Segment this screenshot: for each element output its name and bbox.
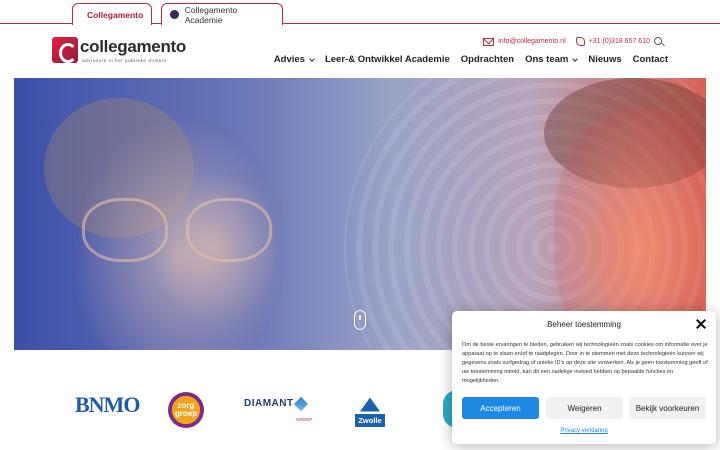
nav-item-contact[interactable]: Contact <box>633 54 668 65</box>
decline-button[interactable]: Weigeren <box>546 397 623 419</box>
nav-label: Ons team <box>525 54 569 65</box>
accept-button[interactable]: Accepteren <box>462 397 539 419</box>
search-icon[interactable] <box>654 37 662 45</box>
diamond-icon <box>293 396 308 411</box>
hero-image <box>14 78 706 350</box>
diamant-sub-label: GROEP <box>296 417 313 422</box>
nav-label: Contact <box>632 54 668 65</box>
nav-label: Opdrachten <box>460 54 515 65</box>
cookie-title: Beheer toestemming <box>547 320 621 329</box>
close-icon[interactable] <box>695 318 707 330</box>
view-preferences-button[interactable]: Bekijk voorkeuren <box>629 397 706 419</box>
chevron-down-icon <box>572 55 579 62</box>
nav-item-academie[interactable]: Leer-& Ontwikkel Academie <box>325 54 450 65</box>
logo-wordmark: collegamento <box>80 37 186 56</box>
nav-label: Advies <box>273 54 305 65</box>
tab-collegamento[interactable]: Collegamento <box>72 3 152 25</box>
nav-item-ons-team[interactable]: Ons team <box>525 54 579 65</box>
site-header: collegamento adviseurs in het publieke d… <box>0 25 720 77</box>
partner-logo-bnmo: BNMO <box>75 392 140 417</box>
main-nav: Advies Leer-& Ontwikkel Academie Opdrach… <box>274 54 668 65</box>
logo-tagline: adviseurs in het publieke domein <box>82 58 167 63</box>
nav-item-opdrachten[interactable]: Opdrachten <box>461 54 514 65</box>
nav-item-nieuws[interactable]: Nieuws <box>588 54 621 65</box>
partner-logo-zwolle: Zwolle <box>353 395 387 429</box>
logo-mark-icon <box>52 37 78 63</box>
phone-link[interactable]: +31 (0)318 657 610 <box>589 38 650 45</box>
contact-bar: info@collegamento.nl +31 (0)318 657 610 <box>483 37 650 46</box>
privacy-statement-link[interactable]: Privacy verklaring <box>452 428 716 434</box>
cookie-body-text: Om de beste ervaringen te bieden, gebrui… <box>462 342 708 384</box>
zwolle-label: Zwolle <box>355 413 385 427</box>
phone-icon <box>575 37 585 46</box>
mail-icon <box>483 37 495 46</box>
tab-label: Collegamento Academie <box>184 4 238 25</box>
partner-logo-diamant: DIAMANT <box>244 396 308 411</box>
cookie-consent-dialog: Beheer toestemming Om de beste ervaringe… <box>452 311 716 444</box>
glasses-shape <box>74 198 274 262</box>
site-logo[interactable]: collegamento adviseurs in het publieke d… <box>52 37 192 67</box>
email-link[interactable]: info@collegamento.nl <box>498 38 565 45</box>
scroll-down-icon[interactable] <box>354 310 366 330</box>
academie-icon <box>170 10 179 19</box>
nav-label: Leer-& Ontwikkel Academie <box>324 54 450 65</box>
nav-item-advies[interactable]: Advies <box>273 54 315 65</box>
chevron-down-icon <box>309 55 315 62</box>
zwolle-emblem-icon <box>360 397 380 412</box>
site-switcher-tabs: Collegamento Collegamento Academie <box>0 0 720 25</box>
nav-label: Nieuws <box>588 54 622 65</box>
tab-collegamento-academie[interactable]: Collegamento Academie <box>161 3 283 25</box>
partner-logo-zorggroep: zorg groep <box>168 392 204 428</box>
diamant-label: DIAMANT <box>244 398 294 409</box>
tab-label: Collegamento <box>87 9 144 20</box>
